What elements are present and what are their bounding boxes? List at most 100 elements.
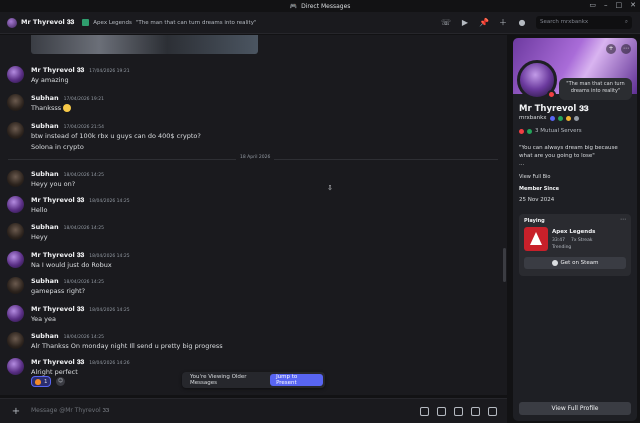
mutual-servers-label: 3 Mutual Servers	[535, 128, 582, 134]
badge-icon[interactable]	[573, 115, 579, 121]
older-messages-label: You're Viewing Older Messages	[190, 374, 247, 386]
author-name[interactable]: Subhan	[31, 223, 59, 231]
window-title: Direct Messages	[301, 2, 351, 10]
more-options-icon[interactable]: ⋯	[620, 216, 626, 223]
timestamp: 18/04/2026 14:25	[89, 308, 130, 313]
message-text: Heyy you on?	[31, 180, 76, 188]
message-text: Yea yea	[31, 315, 56, 323]
timestamp: 18/04/2026 14:25	[63, 335, 104, 340]
server-icon	[527, 128, 532, 134]
author-name[interactable]: Subhan	[31, 332, 59, 340]
author-name[interactable]: Subhan	[31, 170, 59, 178]
view-full-profile-button[interactable]: View Full Profile	[519, 402, 631, 415]
view-full-bio-link[interactable]: View Full Bio	[519, 174, 550, 180]
playing-card: Playing ⋯ Apex Legends 33:47 7x Streak T…	[519, 214, 631, 276]
user-profile-panel: + ⋯ "The man that can turn dreams into r…	[513, 38, 637, 421]
search-icon: ⌕	[624, 19, 628, 25]
minimize-icon[interactable]: –	[604, 1, 608, 9]
message-composer[interactable]: + Message @Mr Thyrevol 𝟑𝟑	[0, 398, 507, 423]
timestamp: 18/04/2026 14:26	[89, 361, 130, 366]
profile-bio: "You can always dream big because what a…	[519, 144, 631, 168]
profile-icon[interactable]: ●	[517, 18, 527, 28]
avatar[interactable]	[7, 251, 24, 268]
author-name[interactable]: Mr Thyrevol 𝟑𝟑	[31, 66, 84, 74]
maximize-icon[interactable]: □	[616, 1, 623, 9]
call-icon[interactable]: ☏	[441, 18, 451, 28]
avatar[interactable]	[7, 94, 24, 111]
avatar[interactable]	[7, 277, 24, 294]
more-options-icon[interactable]: ⋯	[621, 44, 631, 54]
author-name[interactable]: Subhan	[31, 94, 59, 102]
author-name[interactable]: Mr Thyrevol 𝟑𝟑	[31, 251, 84, 259]
message-text: Na I would just do Robux	[31, 261, 112, 269]
jump-to-present-button[interactable]: Jump to Present	[270, 374, 323, 386]
mutual-servers[interactable]: 3 Mutual Servers	[519, 128, 582, 134]
video-icon[interactable]: ▶	[460, 18, 470, 28]
timestamp: 18/04/2026 14:25	[63, 280, 104, 285]
timestamp: 18/04/2026 14:25	[63, 173, 104, 178]
gif-icon[interactable]	[437, 407, 446, 416]
timestamp: 18/04/2026 14:25	[89, 254, 130, 259]
add-friend-icon[interactable]: +	[606, 44, 616, 54]
game-name: Apex Legends	[93, 19, 132, 26]
bio-ellipsis: ...	[519, 161, 525, 167]
avatar[interactable]	[7, 223, 24, 240]
avatar[interactable]	[7, 196, 24, 213]
author-name[interactable]: Mr Thyrevol 𝟑𝟑	[31, 196, 84, 204]
avatar[interactable]	[7, 358, 24, 375]
emoji-icon[interactable]	[471, 407, 480, 416]
custom-status: "The man that can turn dreams into reali…	[135, 19, 257, 26]
badge-icon[interactable]	[557, 115, 563, 121]
playing-label: Playing	[524, 218, 545, 224]
chat-area: Mr Thyrevol 𝟑𝟑 17/04/2026 19:21 Ay amazin…	[0, 35, 507, 395]
reaction-fire[interactable]: 1	[31, 376, 51, 387]
timestamp: 17/04/2026 21:54	[63, 125, 104, 130]
steam-button-label: Get on Steam	[560, 260, 599, 266]
get-on-steam-button[interactable]: Get on Steam	[524, 257, 626, 269]
composer-placeholder: Message @Mr Thyrevol 𝟑𝟑	[31, 407, 110, 414]
reaction-count: 1	[44, 378, 48, 385]
avatar[interactable]	[7, 332, 24, 349]
author-name[interactable]: Subhan	[31, 277, 59, 285]
sticker-icon[interactable]	[454, 407, 463, 416]
dm-name[interactable]: Mr Thyrevol 𝟑𝟑	[21, 18, 74, 27]
add-friend-icon[interactable]: ＋	[498, 18, 508, 28]
add-attachment-icon[interactable]: +	[10, 406, 22, 417]
badge-icon[interactable]	[549, 115, 555, 121]
bio-text: "You can always dream big because what a…	[519, 145, 618, 159]
avatar[interactable]	[7, 66, 24, 83]
avatar[interactable]	[7, 305, 24, 322]
author-name[interactable]: Subhan	[31, 122, 59, 130]
date-divider: 18 April 2026	[8, 155, 498, 160]
avatar[interactable]	[7, 17, 17, 28]
message-text: Thanksss	[31, 104, 62, 112]
pin-icon[interactable]: 📌	[479, 18, 489, 28]
message-text: btw instead of 100k rbx u guys can do 40…	[31, 132, 201, 140]
steam-icon	[551, 260, 558, 266]
gift-icon[interactable]	[420, 407, 429, 416]
search-placeholder: Search mrxbankx	[540, 19, 589, 25]
game-time: 33:47	[552, 238, 565, 243]
add-reaction-icon[interactable]: ☺	[56, 377, 65, 386]
profile-username[interactable]: mrxbankx	[519, 115, 547, 121]
apps-icon[interactable]	[488, 407, 497, 416]
avatar[interactable]	[7, 122, 24, 139]
profile-display-name: Mr Thyrevol 𝟑𝟑	[519, 104, 589, 114]
apex-legends-icon[interactable]	[524, 227, 548, 251]
scrollbar-thumb[interactable]	[503, 248, 506, 282]
timestamp: 18/04/2026 14:25	[63, 226, 104, 231]
game-streak: 7x Streak	[570, 238, 593, 243]
older-messages-bar: You're Viewing Older Messages Jump to Pr…	[182, 372, 325, 388]
member-since-date: 25 Nov 2024	[519, 197, 555, 203]
avatar[interactable]	[7, 170, 24, 187]
author-name[interactable]: Mr Thyrevol 𝟑𝟑	[31, 305, 84, 313]
embedded-image[interactable]	[31, 35, 258, 54]
message-text: Alright perfect	[31, 368, 78, 376]
inbox-icon[interactable]: ▭	[589, 1, 596, 9]
dnd-status-icon	[547, 90, 556, 99]
search-input[interactable]: Search mrxbankx ⌕	[536, 16, 632, 29]
author-name[interactable]: Mr Thyrevol 𝟑𝟑	[31, 358, 84, 366]
badge-icon[interactable]	[565, 115, 571, 121]
game-title: Apex Legends	[552, 229, 596, 235]
close-icon[interactable]: ✕	[630, 1, 636, 9]
